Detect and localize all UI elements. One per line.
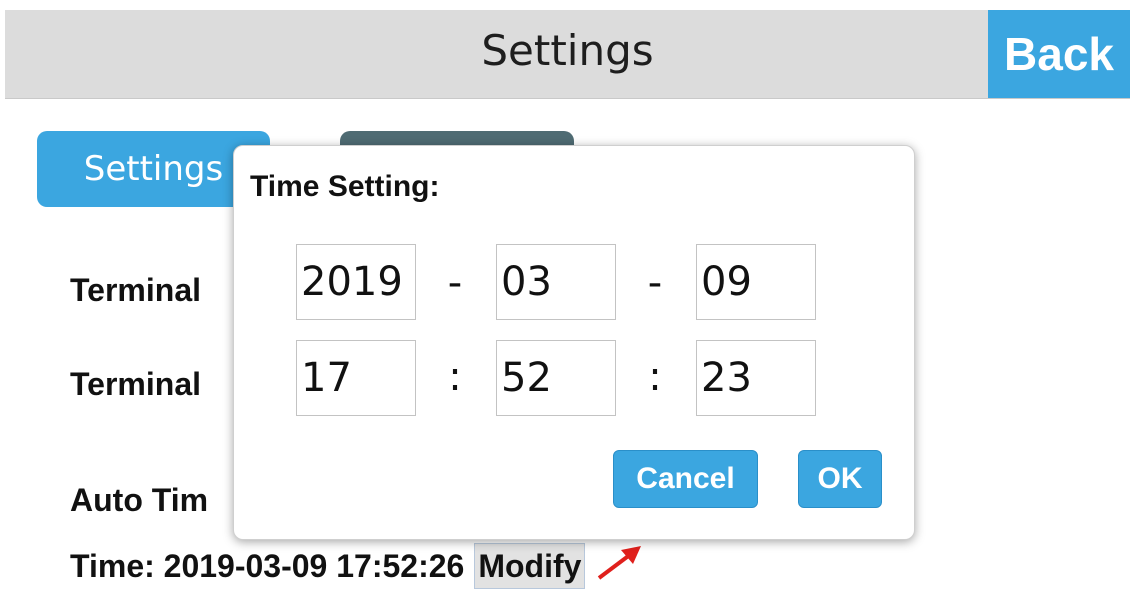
current-time-text: Time: 2019-03-09 17:52:26	[70, 547, 465, 584]
dialog-title: Time Setting:	[250, 170, 440, 203]
month-input[interactable]	[496, 244, 616, 320]
minute-input[interactable]	[496, 340, 616, 416]
red-arrow-icon	[595, 542, 645, 590]
page-title: Settings	[481, 26, 654, 75]
hour-input[interactable]	[296, 340, 416, 416]
back-button[interactable]: Back	[988, 10, 1130, 98]
time-separator: :	[648, 354, 662, 400]
time-setting-dialog: Time Setting: - - : : Cancel OK	[233, 145, 915, 540]
day-input[interactable]	[696, 244, 816, 320]
date-separator: -	[447, 260, 463, 306]
modify-button[interactable]: Modify	[474, 543, 586, 589]
year-input[interactable]	[296, 244, 416, 320]
current-time-line: Time: 2019-03-09 17:52:26 Modify	[70, 542, 645, 590]
terminal-label-1: Terminal	[70, 272, 201, 308]
cancel-button[interactable]: Cancel	[613, 450, 758, 508]
terminal-label-2: Terminal	[70, 366, 201, 402]
time-separator: :	[448, 354, 462, 400]
header-bar: Settings Back	[5, 10, 1130, 99]
date-separator: -	[647, 260, 663, 306]
auto-time-label: Auto Tim	[70, 482, 209, 518]
ok-button[interactable]: OK	[798, 450, 882, 508]
second-input[interactable]	[696, 340, 816, 416]
